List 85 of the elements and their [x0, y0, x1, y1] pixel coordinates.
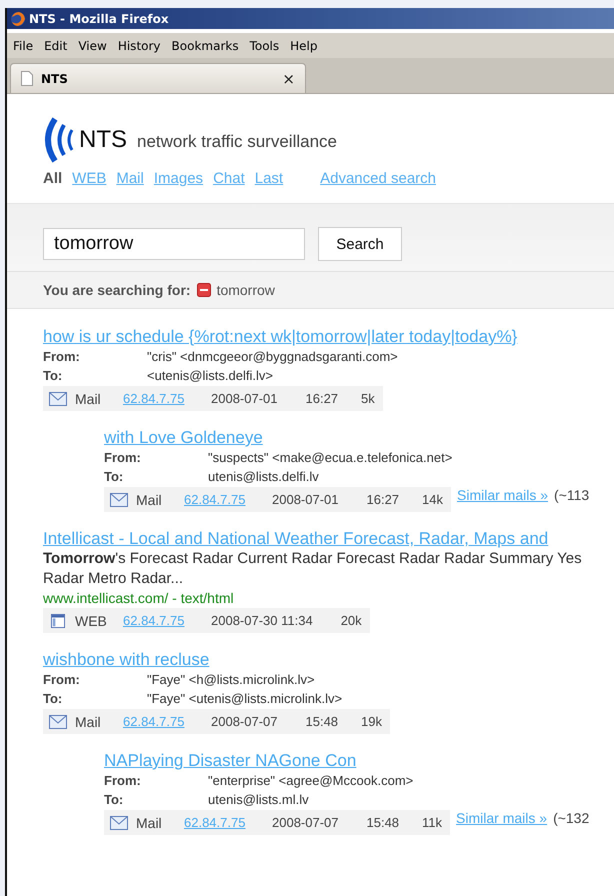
to-label: To:	[104, 468, 124, 486]
browser-tab[interactable]: NTS ×	[10, 63, 306, 93]
to-label: To:	[43, 690, 64, 708]
from-label: From:	[104, 772, 142, 790]
result-date: 2008-07-07	[272, 815, 338, 830]
category-link[interactable]: All	[43, 170, 62, 187]
recipient-address: utenis@lists.delfi.lv	[208, 468, 319, 486]
search-term: tomorrow	[216, 282, 275, 298]
result-date: 2008-07-01	[211, 391, 278, 406]
sender-address: "Faye" <h@lists.microlink.lv>	[147, 671, 315, 689]
from-label: From:	[43, 671, 81, 689]
advanced-search-link[interactable]: Advanced search	[320, 170, 436, 187]
close-icon[interactable]: ×	[282, 70, 295, 88]
result-type: WEB	[75, 612, 108, 628]
search-field[interactable]: tomorrow	[43, 228, 305, 260]
result-time: 16:27	[306, 391, 338, 406]
ip-address-link[interactable]: 62.84.7.75	[123, 714, 211, 729]
menu-item[interactable]: History	[114, 38, 169, 52]
similar-mails-link[interactable]: Similar mails »	[456, 810, 548, 826]
menu-item[interactable]: View	[75, 38, 115, 52]
result-size: 20k	[340, 613, 362, 628]
menu-item[interactable]: Bookmarks	[168, 38, 247, 52]
similar-mails-link[interactable]: Similar mails »	[457, 487, 548, 503]
from-label: From:	[43, 348, 81, 366]
result-type: Mail	[136, 814, 163, 830]
ip-address-link[interactable]: 62.84.7.75	[123, 613, 211, 628]
result-date: 2008-07-30 11:34	[211, 613, 313, 628]
envelope-icon	[110, 492, 128, 506]
sender-address: "suspects" <make@ecua.e.telefonica.net>	[208, 449, 452, 467]
result-title-link[interactable]: with Love Goldeneye	[104, 428, 263, 448]
result-type: Mail	[75, 390, 102, 406]
result-size: 19k	[361, 714, 382, 729]
category-link[interactable]: Mail	[116, 170, 144, 187]
ip-address-link[interactable]: 62.84.7.75	[123, 391, 211, 406]
page-icon	[21, 71, 33, 86]
result-type: Mail	[136, 492, 163, 508]
recipient-address: <utenis@lists.delfi.lv>	[147, 367, 273, 385]
result-date: 2008-07-07	[211, 714, 278, 729]
logo-text: NTS	[79, 126, 127, 154]
tagline: network traffic surveillance	[137, 132, 337, 152]
window-title: NTS - Mozilla Firefox	[29, 12, 169, 26]
similar-count: (~113	[554, 487, 590, 503]
category-link[interactable]: Last	[254, 170, 284, 187]
menu-item[interactable]: Help	[287, 38, 326, 52]
result-url: www.intellicast.com/ - text/html	[43, 589, 235, 607]
result-title-link[interactable]: wishbone with recluse	[43, 650, 210, 670]
search-button[interactable]: Search	[318, 227, 402, 261]
remove-icon[interactable]	[196, 283, 211, 297]
menu-item[interactable]: File	[10, 38, 42, 52]
result-size: 5k	[361, 391, 375, 406]
result-type: Mail	[75, 714, 102, 730]
sender-address: "cris" <dnmcgeeor@byggnadsgaranti.com>	[147, 348, 398, 366]
searching-for-label: You are searching for:	[43, 282, 191, 298]
result-time: 16:27	[366, 492, 400, 507]
category-link[interactable]: Chat	[213, 170, 245, 187]
result-time: 15:48	[366, 815, 400, 830]
result-snippet: Tomorrow's Forecast Radar Current Radar Forecast Radar Radar Summary Yes	[43, 549, 583, 569]
signal-waves-icon	[43, 117, 75, 163]
web-page-icon	[49, 614, 67, 628]
from-label: From:	[104, 449, 142, 467]
ip-address-link[interactable]: 62.84.7.75	[184, 492, 272, 507]
tab-title: NTS	[41, 72, 69, 86]
similar-count: (~132	[553, 810, 590, 826]
recipient-address: utenis@lists.ml.lv	[208, 791, 309, 809]
result-title-link[interactable]: how is ur schedule {%rot:next wk|tomorrow|later today|today%}	[43, 327, 518, 347]
result-date: 2008-07-01	[272, 492, 338, 507]
ip-address-link[interactable]: 62.84.7.75	[184, 815, 272, 830]
result-snippet: Radar Metro Radar...	[43, 569, 184, 589]
to-label: To:	[104, 791, 124, 809]
category-link[interactable]: WEB	[72, 170, 106, 187]
result-title-link[interactable]: NAPlaying Disaster NAGone Con	[104, 751, 356, 771]
to-label: To:	[43, 367, 64, 385]
sender-address: "enterprise" <agree@Mccook.com>	[208, 772, 414, 790]
result-time: 15:48	[306, 714, 338, 729]
result-title-link[interactable]: Intellicast - Local and National Weather Forecast, Radar, Maps and	[43, 529, 548, 549]
envelope-icon	[110, 816, 128, 830]
menu-item[interactable]: Tools	[246, 38, 288, 52]
category-link[interactable]: Images	[154, 170, 204, 187]
envelope-icon	[49, 392, 67, 406]
browser-logo-icon	[10, 10, 26, 26]
envelope-icon	[49, 714, 67, 728]
result-size: 14k	[422, 492, 444, 507]
recipient-address: "Faye" <utenis@lists.microlink.lv>	[147, 690, 342, 708]
menu-item[interactable]: Edit	[41, 38, 76, 52]
result-size: 11k	[422, 815, 442, 830]
